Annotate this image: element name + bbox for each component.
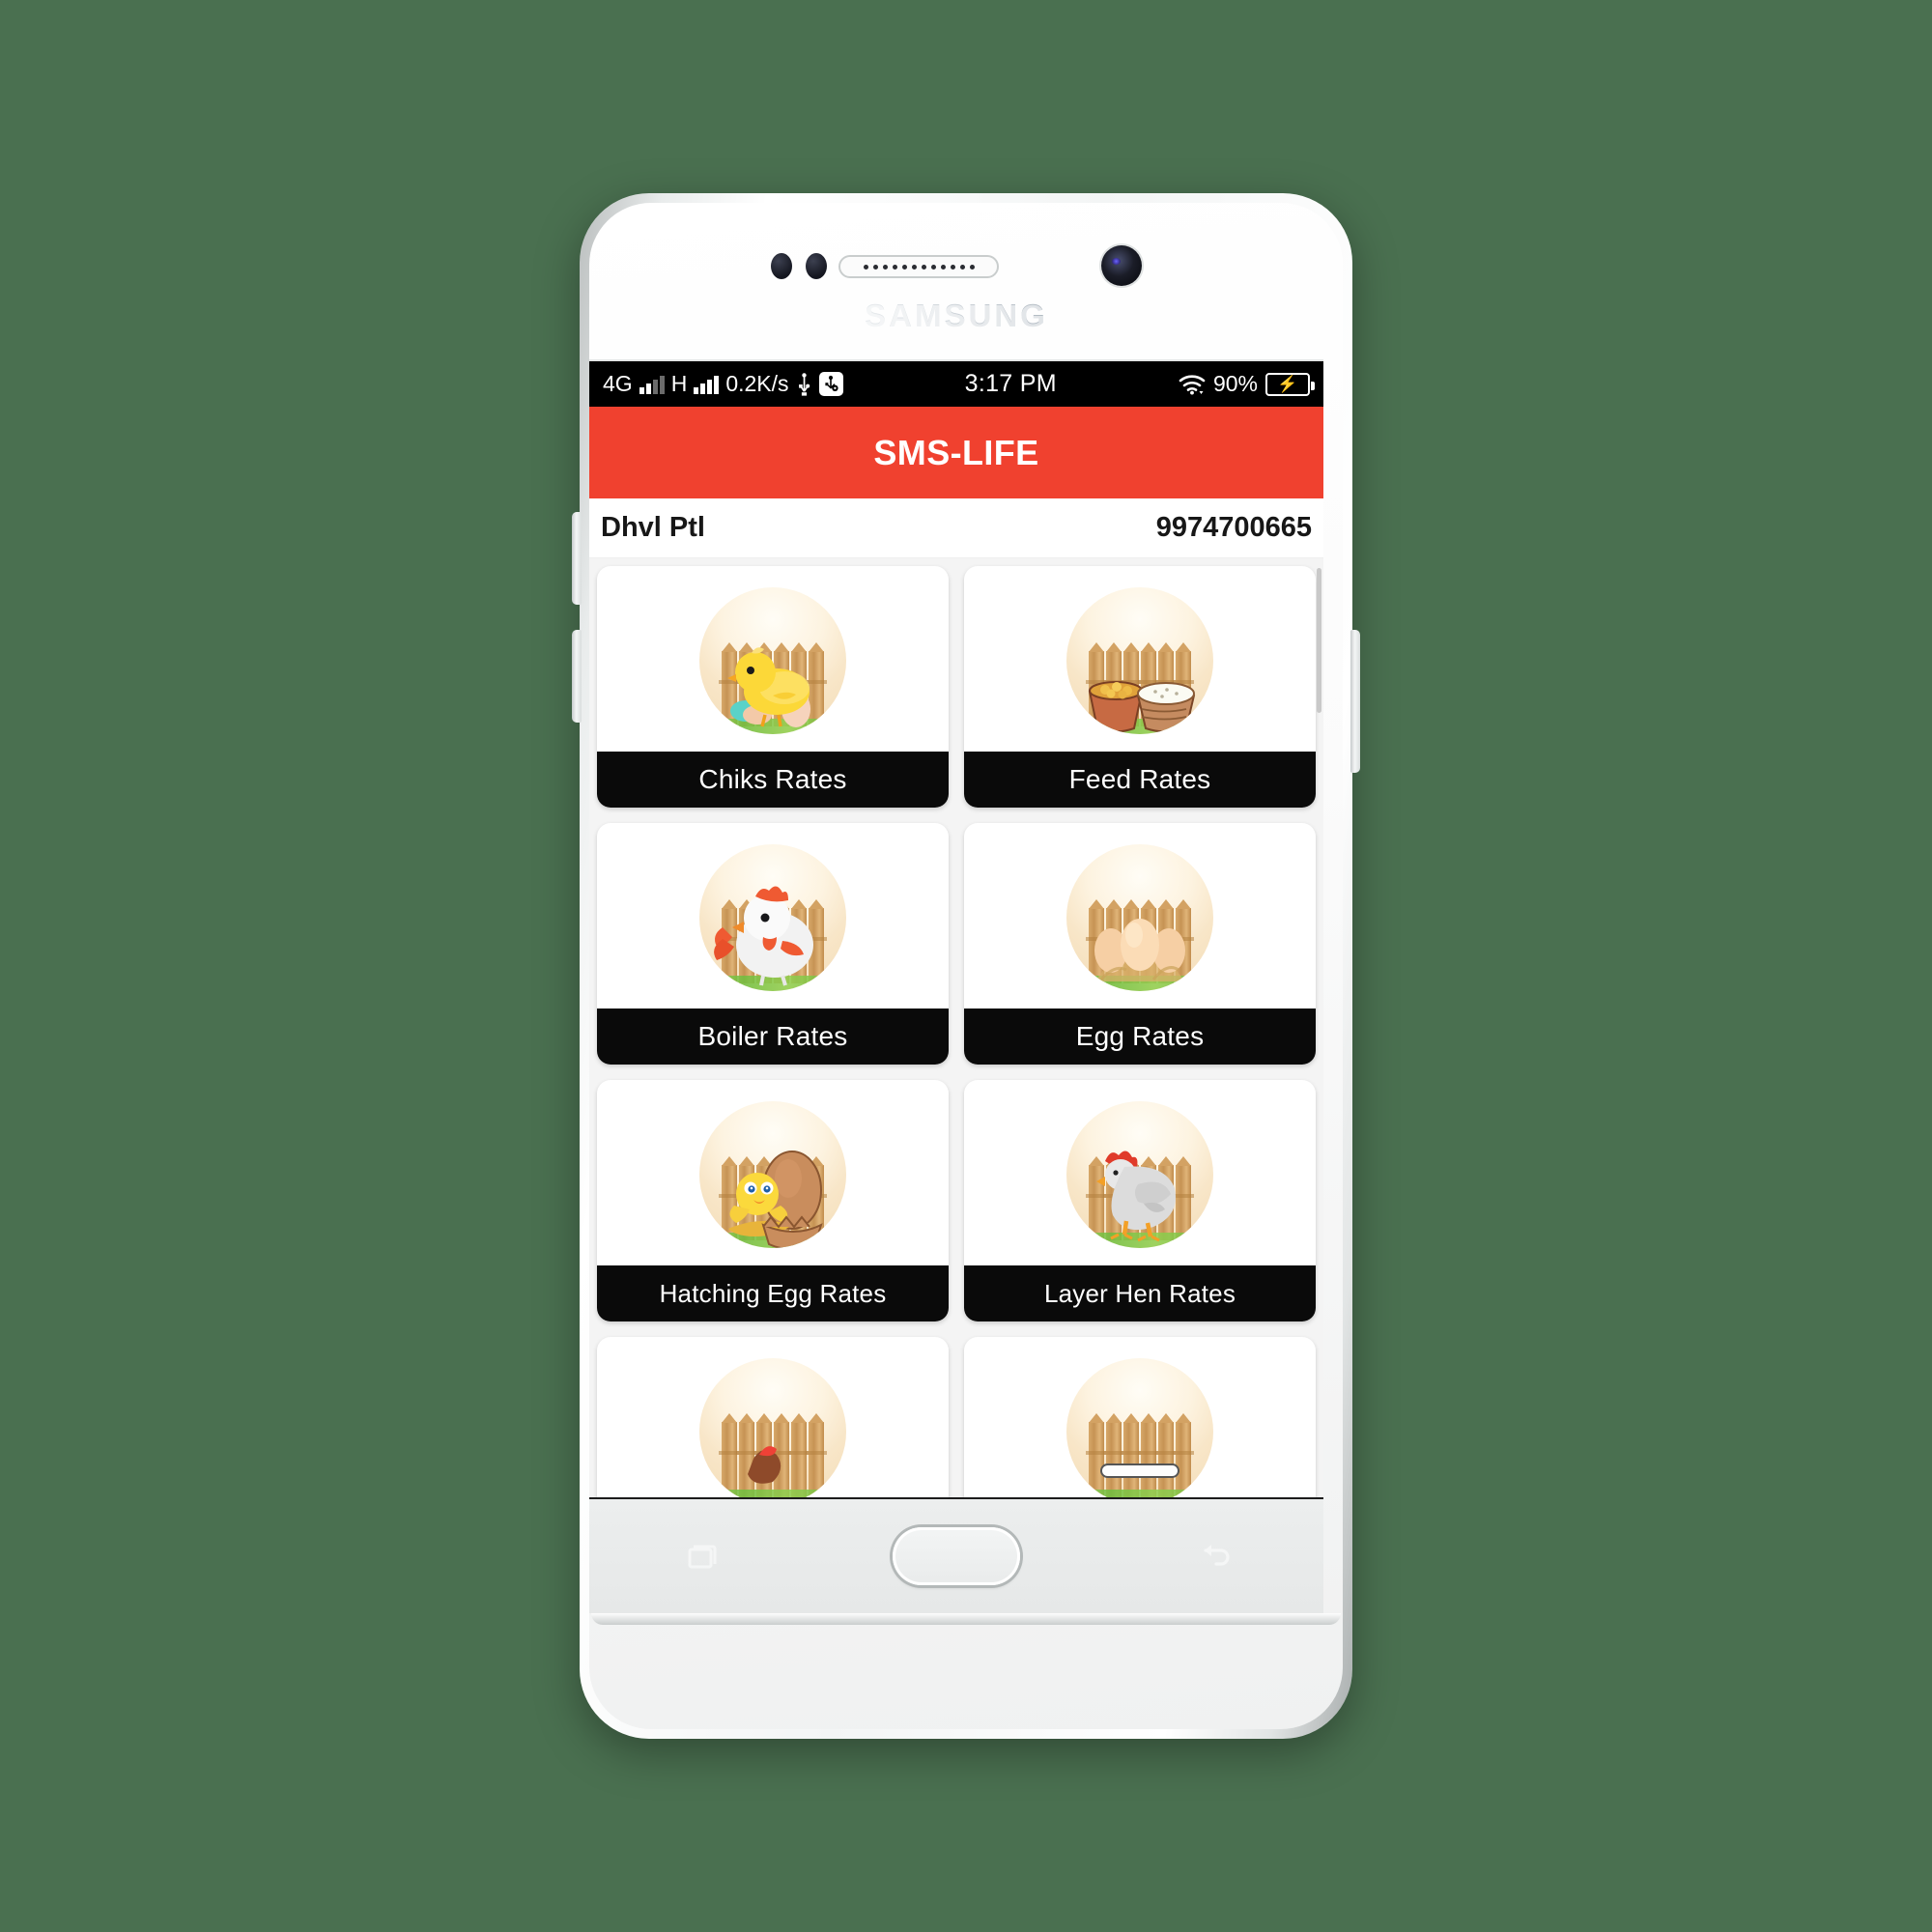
- user-name: Dhvl Ptl: [601, 512, 705, 543]
- home-button[interactable]: [893, 1527, 1020, 1585]
- phone-top-bezel: SAMSUNG: [580, 203, 1333, 357]
- earpiece-speaker: [838, 255, 999, 278]
- card-image: [597, 566, 949, 752]
- fence-icon: [1066, 1358, 1213, 1497]
- card-label: Boiler Rates: [597, 1009, 949, 1065]
- card-partial-rooster[interactable]: [597, 1337, 949, 1497]
- card-image: [597, 1080, 949, 1265]
- user-phone: 9974700665: [1155, 512, 1312, 543]
- eggs-icon: [1066, 844, 1213, 991]
- user-info-row: Dhvl Ptl 9974700665: [589, 498, 1323, 558]
- power-button[interactable]: [1350, 630, 1360, 773]
- front-camera-icon: [1101, 245, 1142, 286]
- page-title: SMS-LIFE: [873, 432, 1039, 472]
- card-image: [964, 566, 1316, 752]
- card-label: Layer Hen Rates: [964, 1265, 1316, 1321]
- card-image: [597, 823, 949, 1009]
- chick-icon: [699, 587, 846, 734]
- phone-bottom-lip: [591, 1613, 1341, 1625]
- battery-percent-label: 90%: [1212, 371, 1258, 396]
- rooster-icon: [699, 1358, 846, 1497]
- phone-device: SAMSUNG 4G H 0.2K/s 3:17 PM 90% ⚡ SMS-LI…: [572, 193, 1360, 1739]
- back-icon[interactable]: [1194, 1535, 1236, 1577]
- card-hatching-egg-rates[interactable]: Hatching Egg Rates: [597, 1080, 949, 1321]
- card-label: Egg Rates: [964, 1009, 1316, 1065]
- usb-settings-icon: [818, 372, 843, 396]
- recents-icon[interactable]: [676, 1535, 719, 1577]
- samsung-brand-logo: SAMSUNG: [580, 298, 1333, 334]
- card-partial-fence[interactable]: [964, 1337, 1316, 1497]
- card-egg-rates[interactable]: Egg Rates: [964, 823, 1316, 1065]
- rates-grid: Chiks Rates Feed Rates Boiler Rates Egg …: [597, 566, 1316, 1497]
- card-label: Chiks Rates: [597, 752, 949, 808]
- proximity-sensor-icon: [771, 253, 827, 279]
- network-type-label: 4G: [603, 371, 633, 396]
- volume-down-button[interactable]: [572, 630, 582, 723]
- card-label: Feed Rates: [964, 752, 1316, 808]
- usb-icon: [798, 372, 810, 396]
- card-image: [964, 1337, 1316, 1497]
- vertical-scrollbar[interactable]: [1317, 568, 1321, 713]
- layer-hen-icon: [1066, 1101, 1213, 1248]
- white-hen-icon: [699, 844, 846, 991]
- rates-grid-container[interactable]: Chiks Rates Feed Rates Boiler Rates Egg …: [589, 558, 1323, 1497]
- status-bar-clock: 3:17 PM: [964, 370, 1057, 397]
- hatching-egg-icon: [699, 1101, 846, 1248]
- card-layer-hen-rates[interactable]: Layer Hen Rates: [964, 1080, 1316, 1321]
- network-type2-label: H: [670, 371, 688, 396]
- phone-screen: 4G H 0.2K/s 3:17 PM 90% ⚡ SMS-LIFE Dhvl …: [589, 359, 1323, 1499]
- card-label: Hatching Egg Rates: [597, 1265, 949, 1321]
- feed-baskets-icon: [1066, 587, 1213, 734]
- card-chiks-rates[interactable]: Chiks Rates: [597, 566, 949, 808]
- status-bar: 4G H 0.2K/s 3:17 PM 90% ⚡: [589, 361, 1323, 407]
- card-image: [964, 823, 1316, 1009]
- app-bar: SMS-LIFE: [589, 407, 1323, 498]
- card-image: [964, 1080, 1316, 1265]
- android-navigation-bar: [589, 1499, 1323, 1613]
- volume-up-button[interactable]: [572, 512, 582, 605]
- card-image: [597, 1337, 949, 1497]
- card-feed-rates[interactable]: Feed Rates: [964, 566, 1316, 808]
- battery-charging-icon: ⚡: [1265, 372, 1315, 396]
- data-speed-label: 0.2K/s: [725, 371, 789, 396]
- signal-bars-icon-2: [694, 375, 720, 394]
- card-boiler-rates[interactable]: Boiler Rates: [597, 823, 949, 1065]
- wifi-icon: [1179, 374, 1206, 394]
- signal-bars-icon: [639, 375, 665, 394]
